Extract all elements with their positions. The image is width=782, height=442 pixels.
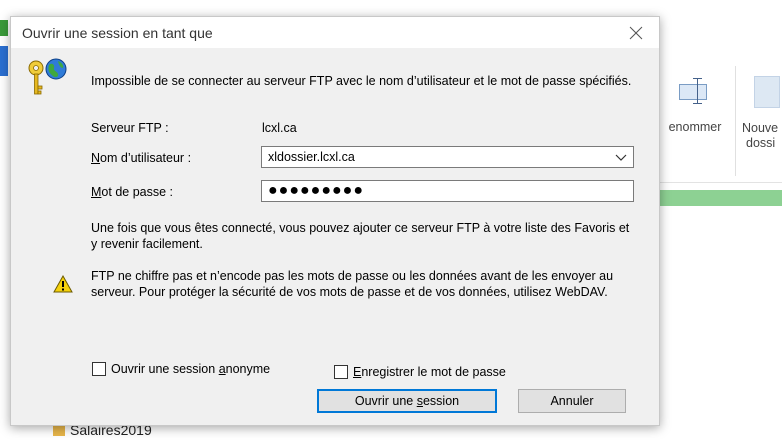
new-folder-icon xyxy=(754,76,780,108)
password-label: Mot de passe : xyxy=(91,185,173,199)
checkbox-box[interactable] xyxy=(92,362,106,376)
dialog-title: Ouvrir une session en tant que xyxy=(22,25,213,41)
rename-icon xyxy=(675,76,715,106)
username-value: xldossier.lcxl.ca xyxy=(268,150,355,164)
warning-text: FTP ne chiffre pas et n’encode pas les m… xyxy=(91,269,614,299)
keys-globe-icon xyxy=(28,58,67,95)
chevron-down-icon[interactable] xyxy=(615,152,627,162)
password-field[interactable]: ●●●●●●●●● xyxy=(261,180,634,202)
warning-icon xyxy=(53,275,73,293)
info-text: Une fois que vous êtes connecté, vous po… xyxy=(91,221,630,251)
server-label: Serveur FTP : xyxy=(91,121,169,135)
new-folder-label: Nouve dossi xyxy=(742,121,779,150)
username-combobox[interactable]: xldossier.lcxl.ca xyxy=(261,146,634,168)
folder-icon xyxy=(53,426,65,436)
background-accent-strip xyxy=(0,20,8,36)
close-button[interactable] xyxy=(613,17,659,48)
cancel-button[interactable]: Annuler xyxy=(518,389,626,413)
rename-label: enommer xyxy=(668,120,722,134)
anonymous-login-label: Ouvrir une session anonyme xyxy=(111,362,271,376)
login-button-label: Ouvrir une session xyxy=(354,394,460,408)
progress-bar xyxy=(658,190,782,206)
save-password-checkbox[interactable]: Enregistrer le mot de passe xyxy=(334,365,506,379)
title-bar[interactable]: Ouvrir une session en tant que xyxy=(11,17,659,48)
ribbon-divider xyxy=(735,66,736,176)
close-icon xyxy=(629,26,643,39)
username-label: Nom d’utilisateur : xyxy=(91,151,192,165)
login-dialog: Ouvrir une session en tant que Impossibl… xyxy=(10,16,660,426)
new-folder-button[interactable]: Nouve dossi xyxy=(740,76,782,156)
error-message: Impossible de se connecter au serveur FT… xyxy=(91,74,632,88)
sidebar-item-folder[interactable]: Salaires2019 xyxy=(48,422,248,442)
login-button[interactable]: Ouvrir une session xyxy=(317,389,497,413)
server-value: lcxl.ca xyxy=(262,121,297,135)
checkbox-box[interactable] xyxy=(334,365,348,379)
anonymous-login-checkbox[interactable]: Ouvrir une session anonyme xyxy=(92,362,270,376)
password-mask: ●●●●●●●●● xyxy=(268,182,364,199)
background-accent-strip-blue xyxy=(0,46,8,76)
save-password-label: Enregistrer le mot de passe xyxy=(353,365,506,379)
rename-button[interactable]: enommer xyxy=(660,76,730,156)
